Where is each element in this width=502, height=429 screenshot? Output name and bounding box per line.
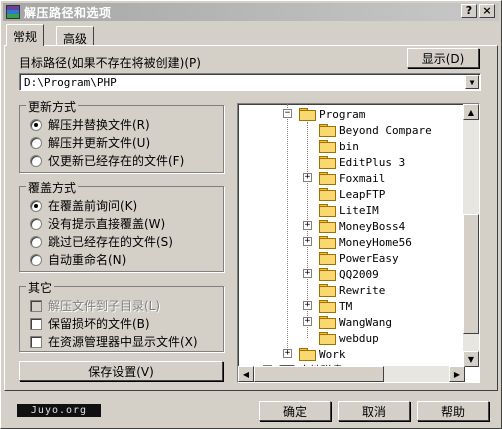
scroll-left-icon[interactable]: ◀ <box>238 366 254 382</box>
folder-icon <box>319 124 336 137</box>
expand-icon[interactable]: + <box>303 317 312 326</box>
folder-icon <box>319 156 336 169</box>
close-button[interactable]: × <box>479 4 495 18</box>
tree-node-folder[interactable]: + WangWang <box>303 314 392 330</box>
tree-node-folder[interactable]: + QQ2009 <box>303 266 379 282</box>
title-bar: 解压路径和选项 ? × <box>3 3 499 21</box>
tree-node-folder[interactable]: webdup <box>303 330 379 346</box>
target-path-label: 目标路径(如果不存在将被创建)(P) <box>19 56 201 70</box>
scroll-up-icon[interactable]: ▲ <box>463 104 479 120</box>
scroll-down-icon[interactable]: ▼ <box>463 351 479 367</box>
folder-icon <box>319 252 336 265</box>
scroll-thumb[interactable] <box>463 214 479 334</box>
tree-node-program[interactable]: − Program <box>283 106 365 122</box>
tree-node-work[interactable]: + Work <box>283 346 346 362</box>
folder-icon <box>319 268 336 281</box>
tree-node-folder[interactable]: LiteIM <box>303 202 379 218</box>
horizontal-scrollbar[interactable]: ◀ ▶ <box>238 366 465 382</box>
folder-icon <box>319 284 336 297</box>
folder-icon <box>319 332 336 345</box>
radio-icon[interactable] <box>30 253 42 266</box>
misc-title: 其它 <box>26 279 55 296</box>
help-title-button[interactable]: ? <box>461 4 477 18</box>
tab-general[interactable]: 常规 <box>6 24 45 46</box>
update-option-replace[interactable]: 解压并替换文件(R) <box>30 116 150 133</box>
folder-icon <box>319 236 336 249</box>
checkbox-icon <box>30 299 42 312</box>
help-button[interactable]: 帮助 <box>417 401 489 421</box>
folder-icon <box>319 220 336 233</box>
window-title: 解压路径和选项 <box>24 5 112 20</box>
tree-node-folder[interactable]: + MoneyBoss4 <box>303 218 405 234</box>
checkbox-icon[interactable] <box>30 317 42 330</box>
expand-icon[interactable]: + <box>303 173 312 182</box>
tree-node-folder[interactable]: + Foxmail <box>303 170 385 186</box>
overwrite-mode-title: 覆盖方式 <box>26 179 79 196</box>
radio-icon[interactable] <box>30 235 42 248</box>
folder-icon <box>319 316 336 329</box>
overwrite-option-rename[interactable]: 自动重命名(N) <box>30 251 126 268</box>
save-settings-button[interactable]: 保存设置(V) <box>19 361 223 381</box>
cancel-button[interactable]: 取消 <box>338 401 410 421</box>
ok-button[interactable]: 确定 <box>259 401 331 421</box>
misc-option-keep-broken[interactable]: 保留损坏的文件(B) <box>30 315 150 332</box>
expand-icon[interactable]: + <box>303 237 312 246</box>
expand-icon[interactable]: + <box>303 221 312 230</box>
tree-node-folder[interactable]: LeapFTP <box>303 186 385 202</box>
overwrite-option-ask[interactable]: 在覆盖前询问(K) <box>30 197 137 214</box>
winrar-icon <box>6 5 20 19</box>
tree-node-folder[interactable]: + MoneyHome56 <box>303 234 412 250</box>
expand-icon[interactable]: + <box>303 301 312 310</box>
tree-node-folder[interactable]: + TM <box>303 298 352 314</box>
update-option-update[interactable]: 解压并更新文件(U) <box>30 134 150 151</box>
overwrite-mode-group: 覆盖方式 在覆盖前询问(K) 没有提示直接覆盖(W) 跳过已经存在的文件(S) … <box>19 179 224 272</box>
dialog-window: 解压路径和选项 ? × 常规 高级 目标路径(如果不存在将被创建)(P) 显示(… <box>0 0 502 429</box>
chevron-down-icon[interactable]: ▼ <box>465 75 479 89</box>
misc-option-show-explorer[interactable]: 在资源管理器中显示文件(X) <box>30 333 198 350</box>
update-mode-title: 更新方式 <box>26 98 79 115</box>
expand-icon[interactable]: + <box>303 269 312 278</box>
brand-logo: Juyo.org <box>17 404 101 417</box>
overwrite-option-silent[interactable]: 没有提示直接覆盖(W) <box>30 215 165 232</box>
tree-node-folder[interactable]: EditPlus 3 <box>303 154 405 170</box>
misc-group: 其它 解压文件到子目录(L) 保留损坏的文件(B) 在资源管理器中显示文件(X) <box>19 279 224 352</box>
update-mode-group: 更新方式 解压并替换文件(R) 解压并更新文件(U) 仅更新已经存在的文件(F) <box>19 98 224 173</box>
scroll-right-icon[interactable]: ▶ <box>449 366 465 382</box>
tree-node-folder[interactable]: Rewrite <box>303 282 385 298</box>
tree-node-folder[interactable]: bin <box>303 138 359 154</box>
scroll-thumb[interactable] <box>254 366 384 382</box>
target-path-value: D:\Program\PHP <box>24 76 117 89</box>
folder-icon <box>319 188 336 201</box>
show-button[interactable]: 显示(D) <box>407 48 479 68</box>
vertical-scrollbar[interactable]: ▲ ▼ <box>463 104 479 367</box>
overwrite-option-skip[interactable]: 跳过已经存在的文件(S) <box>30 233 173 250</box>
misc-option-subfolder: 解压文件到子目录(L) <box>30 297 160 314</box>
radio-icon[interactable] <box>30 199 42 212</box>
folder-icon <box>319 172 336 185</box>
tree-line <box>287 104 288 354</box>
folder-icon <box>299 348 316 361</box>
folder-icon <box>319 140 336 153</box>
tree-node-folder[interactable]: PowerEasy <box>303 250 399 266</box>
update-option-existing[interactable]: 仅更新已经存在的文件(F) <box>30 152 184 169</box>
target-path-input[interactable]: D:\Program\PHP ▼ <box>19 73 481 91</box>
folder-tree[interactable]: − Program Beyond Compare bin EditPlus 3 … <box>237 103 480 383</box>
radio-icon[interactable] <box>30 217 42 230</box>
expand-icon[interactable]: + <box>283 349 292 358</box>
collapse-icon[interactable]: − <box>283 109 292 118</box>
folder-icon <box>319 300 336 313</box>
radio-icon[interactable] <box>30 136 42 149</box>
tree-node-folder[interactable]: Beyond Compare <box>303 122 432 138</box>
radio-icon[interactable] <box>30 154 42 167</box>
folder-open-icon <box>299 108 316 121</box>
tab-advanced[interactable]: 高级 <box>56 26 95 46</box>
folder-icon <box>319 204 336 217</box>
radio-icon[interactable] <box>30 118 42 131</box>
checkbox-icon[interactable] <box>30 335 42 348</box>
